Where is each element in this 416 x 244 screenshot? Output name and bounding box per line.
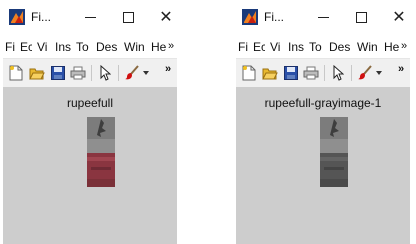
save-icon[interactable] [49, 64, 67, 82]
title-bar[interactable]: Fi... ✕ [236, 0, 410, 34]
brush-icon[interactable] [123, 64, 141, 82]
menu-view[interactable]: Vi [37, 40, 50, 54]
menu-tools[interactable]: To [309, 40, 325, 54]
minimize-button[interactable] [312, 6, 334, 28]
matlab-figure-icon [242, 9, 258, 25]
maximize-icon [355, 11, 367, 23]
dropdown-arrow-icon[interactable] [141, 64, 151, 82]
brush-icon[interactable] [356, 64, 374, 82]
menu-overflow-button[interactable]: » [168, 40, 174, 52]
menu-file[interactable]: Fi [5, 40, 17, 54]
close-icon: ✕ [159, 9, 173, 26]
menu-edit[interactable]: Ec [253, 40, 265, 54]
close-button[interactable]: ✕ [155, 6, 177, 28]
menu-help[interactable]: He [384, 40, 399, 54]
menu-window[interactable]: Win [124, 40, 148, 54]
menu-tools[interactable]: To [76, 40, 92, 54]
menu-window[interactable]: Win [357, 40, 381, 54]
figure-canvas: rupeefull-grayimage-1 [236, 87, 410, 244]
toolbar-overflow-button[interactable]: » [398, 63, 404, 75]
menu-insert[interactable]: Ins [288, 40, 305, 54]
menu-file[interactable]: Fi [238, 40, 250, 54]
maximize-button[interactable] [350, 6, 372, 28]
minimize-icon [317, 16, 329, 18]
matlab-figure-icon [9, 9, 25, 25]
figure-toolbar: » [236, 58, 410, 88]
window-title: Fi... [264, 10, 284, 24]
title-bar[interactable]: Fi... ✕ [3, 0, 177, 34]
figure-toolbar: » [3, 58, 177, 88]
print-icon[interactable] [302, 64, 320, 82]
maximize-icon [122, 11, 134, 23]
open-file-icon[interactable] [261, 64, 279, 82]
figure-canvas: rupeefull [3, 87, 177, 244]
toolbar-overflow-button[interactable]: » [165, 63, 171, 75]
figure-window-rupeefull: Fi... ✕ Fi Ec Vi Ins To Des Win He » » r… [3, 0, 177, 244]
maximize-button[interactable] [117, 6, 139, 28]
menu-bar: Fi Ec Vi Ins To Des Win He » [236, 36, 410, 58]
menu-desktop[interactable]: Des [329, 40, 351, 54]
menu-bar: Fi Ec Vi Ins To Des Win He » [3, 36, 177, 58]
new-figure-icon[interactable] [240, 64, 258, 82]
figure-window-grayimage: Fi... ✕ Fi Ec Vi Ins To Des Win He » » r… [236, 0, 410, 244]
menu-help[interactable]: He [151, 40, 166, 54]
new-figure-icon[interactable] [7, 64, 25, 82]
minimize-button[interactable] [79, 6, 101, 28]
axes-title: rupeefull [66, 96, 114, 110]
minimize-icon [84, 16, 96, 18]
displayed-image [87, 117, 115, 187]
menu-edit[interactable]: Ec [20, 40, 32, 54]
menu-overflow-button[interactable]: » [401, 40, 407, 52]
dropdown-arrow-icon[interactable] [374, 64, 384, 82]
menu-view[interactable]: Vi [270, 40, 283, 54]
pointer-icon[interactable] [329, 64, 347, 82]
pointer-icon[interactable] [96, 64, 114, 82]
close-button[interactable]: ✕ [388, 6, 410, 28]
window-title: Fi... [31, 10, 51, 24]
displayed-image [320, 117, 348, 187]
axes-title: rupeefull-grayimage-1 [264, 96, 382, 110]
print-icon[interactable] [69, 64, 87, 82]
menu-insert[interactable]: Ins [55, 40, 72, 54]
close-icon: ✕ [392, 9, 406, 26]
save-icon[interactable] [282, 64, 300, 82]
menu-desktop[interactable]: Des [96, 40, 118, 54]
open-file-icon[interactable] [28, 64, 46, 82]
